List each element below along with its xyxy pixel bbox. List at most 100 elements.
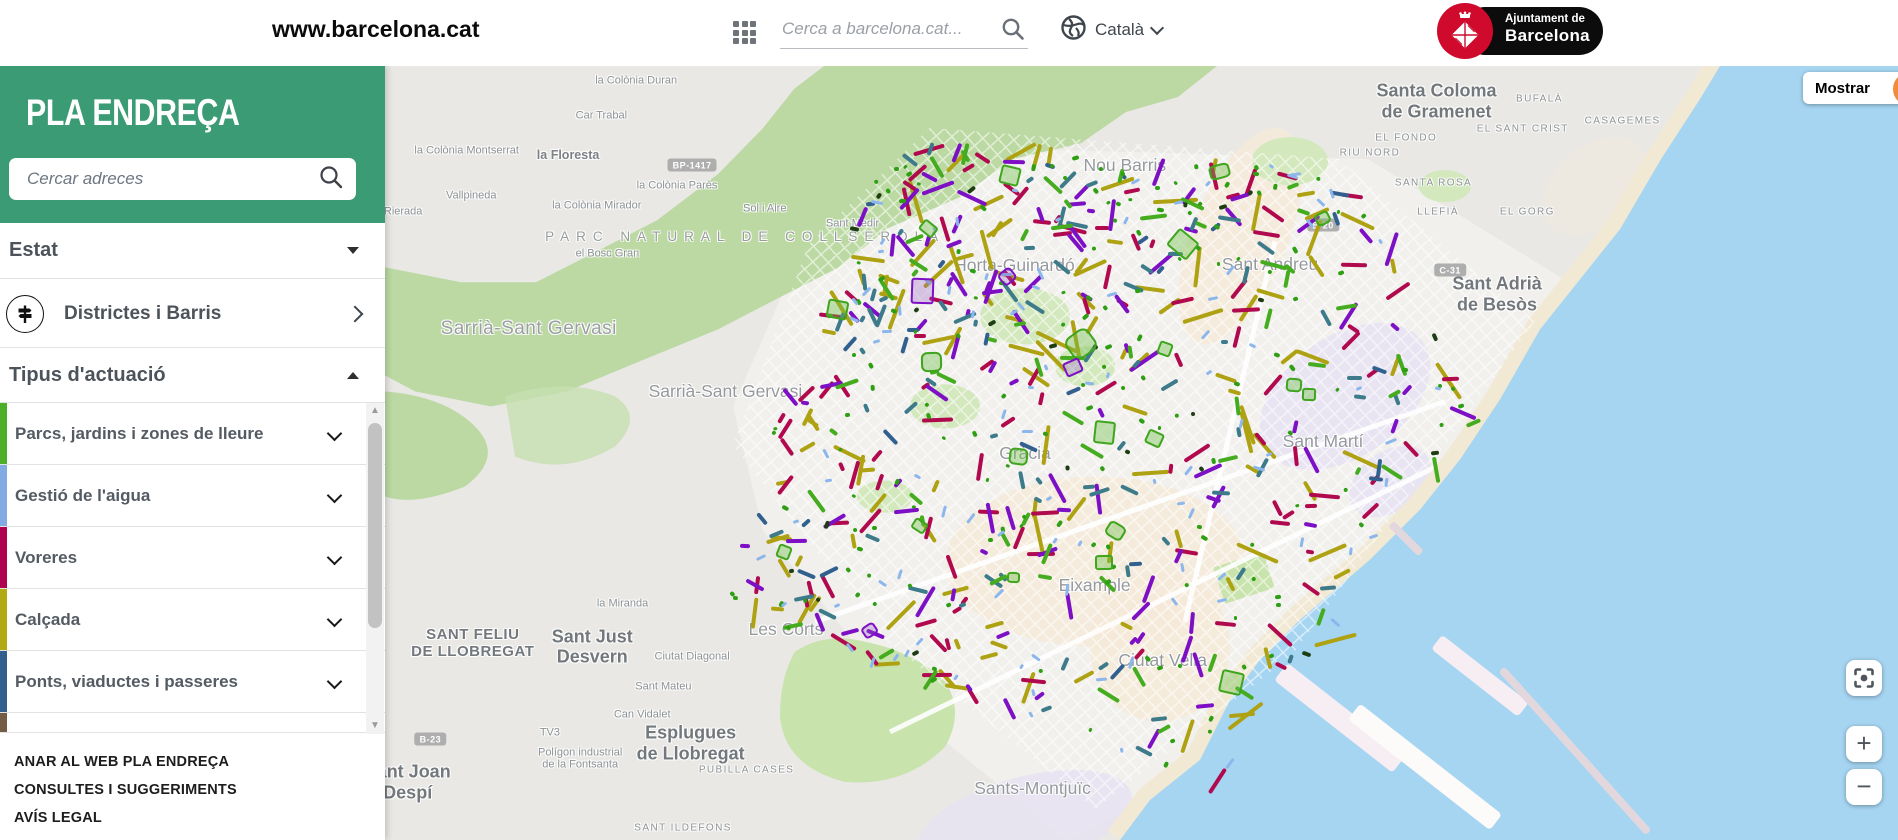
zoom-in-button[interactable]: +	[1846, 726, 1882, 762]
map-line-mark	[1355, 386, 1362, 391]
site-search-input[interactable]	[780, 12, 989, 46]
map-line-mark	[801, 401, 810, 406]
section-districts[interactable]: Districtes i Barris	[0, 280, 385, 348]
city-logo[interactable]: Ajuntament de Barcelona	[1437, 2, 1603, 60]
map-line-mark	[1232, 326, 1241, 348]
map-line-mark	[900, 336, 909, 354]
map-line-mark	[926, 413, 931, 419]
map-line-mark	[1330, 618, 1340, 627]
map-line-mark	[1221, 340, 1228, 344]
map-line-mark	[903, 165, 908, 170]
map-line-mark	[1385, 438, 1397, 445]
footer-link-2[interactable]: CONSULTES I SUGGERIMENTS	[14, 782, 237, 798]
section-actuation[interactable]: Tipus d'actuació	[0, 349, 385, 403]
map-line-mark	[885, 188, 891, 194]
map-line-mark	[1183, 202, 1188, 207]
legend-icon	[1891, 70, 1898, 108]
chevron-right-icon	[347, 305, 364, 322]
map-line-mark	[1034, 691, 1045, 701]
map-line-mark	[1018, 471, 1025, 489]
map-line-mark	[1091, 542, 1097, 548]
map-line-mark	[1292, 246, 1298, 253]
sidebar-scrollbar[interactable]: ▲ ▼	[366, 403, 384, 734]
map-line-mark	[1171, 597, 1179, 606]
map-line-mark	[873, 601, 878, 606]
apps-grid-icon[interactable]	[733, 21, 757, 45]
map-line-mark	[1141, 374, 1146, 380]
mostrar-legend-button[interactable]: Mostrar	[1803, 72, 1898, 104]
footer-link-1[interactable]: ANAR AL WEB PLA ENDREÇA	[14, 754, 237, 770]
map-line-mark	[988, 538, 993, 542]
map-line-mark	[819, 566, 838, 578]
map-line-mark	[1194, 221, 1206, 229]
map-line-mark	[828, 427, 838, 436]
scroll-down-arrow[interactable]: ▼	[366, 719, 384, 733]
map-line-mark	[1021, 678, 1046, 685]
category-row-2[interactable]: Gestió de l'aigua	[0, 465, 385, 527]
map-area-mark	[921, 352, 943, 373]
scroll-up-arrow[interactable]: ▲	[366, 404, 384, 418]
map-line-mark	[1187, 210, 1192, 215]
map-line-mark	[882, 330, 893, 334]
map-line-mark	[852, 353, 856, 357]
map-line-mark	[985, 621, 1005, 630]
map-line-mark	[806, 418, 818, 428]
map-canvas[interactable]: Santa Coloma de GramenetSant Adrià de Be…	[385, 66, 1898, 840]
map-line-mark	[1038, 392, 1045, 405]
zoom-out-button[interactable]: −	[1846, 769, 1882, 805]
section-estat[interactable]: Estat	[0, 223, 385, 279]
map-line-mark	[1173, 200, 1183, 205]
map-line-mark	[1320, 309, 1332, 327]
map-line-mark	[883, 428, 899, 444]
scrollbar-thumb[interactable]	[368, 423, 382, 628]
map-line-mark	[1207, 653, 1217, 672]
address-search-input[interactable]	[25, 168, 318, 190]
map-line-mark	[1347, 376, 1363, 380]
map-line-mark	[849, 226, 859, 232]
category-row-6[interactable]	[0, 713, 385, 733]
map-line-mark	[880, 237, 886, 245]
address-search-icon[interactable]	[318, 164, 344, 195]
map-line-mark	[980, 652, 998, 661]
map-line-mark	[913, 307, 919, 313]
map-line-mark	[1431, 333, 1438, 342]
map-line-mark	[1131, 601, 1151, 621]
map-line-mark	[915, 618, 938, 628]
map-line-mark	[911, 269, 919, 278]
map-line-mark	[1216, 262, 1220, 266]
category-row-5[interactable]: Ponts, viaductes i passeres	[0, 651, 385, 713]
language-selector[interactable]: Català	[1060, 14, 1162, 46]
map-line-mark	[1205, 181, 1212, 188]
map-line-mark	[1316, 176, 1320, 181]
map-area-mark	[1095, 555, 1113, 570]
map-line-mark	[1292, 420, 1299, 433]
map-line-mark	[1249, 342, 1256, 347]
map-line-mark	[1038, 574, 1052, 580]
map-line-mark	[1106, 201, 1111, 206]
map-line-mark	[1264, 309, 1273, 330]
map-line-mark	[1458, 403, 1465, 408]
map-line-mark	[878, 295, 888, 302]
map-line-mark	[922, 673, 952, 677]
map-line-mark	[1218, 216, 1242, 224]
search-icon[interactable]	[1000, 16, 1026, 47]
category-row-4[interactable]: Calçada	[0, 589, 385, 651]
footer-link-3[interactable]: AVÍS LEGAL	[14, 810, 237, 826]
map-line-mark	[913, 474, 920, 480]
map-line-mark	[1096, 678, 1107, 682]
map-line-mark	[1158, 426, 1162, 430]
locate-button[interactable]	[1846, 660, 1882, 696]
map-line-mark	[1120, 484, 1139, 496]
category-color-bar	[0, 651, 7, 712]
category-row-3[interactable]: Voreres	[0, 527, 385, 589]
map-line-mark	[973, 319, 978, 327]
sidebar-footer-links: ANAR AL WEB PLA ENDREÇA CONSULTES I SUGGE…	[14, 754, 237, 826]
map-line-mark	[1450, 406, 1477, 421]
logo-text: Ajuntament de Barcelona	[1505, 13, 1590, 46]
map-line-mark	[1025, 300, 1045, 315]
map-line-mark	[1403, 440, 1420, 457]
category-row-1[interactable]: Parcs, jardins i zones de lleure	[0, 403, 385, 465]
map-line-mark	[1061, 322, 1066, 327]
map-area-mark	[860, 621, 880, 640]
map-line-mark	[1041, 705, 1052, 713]
